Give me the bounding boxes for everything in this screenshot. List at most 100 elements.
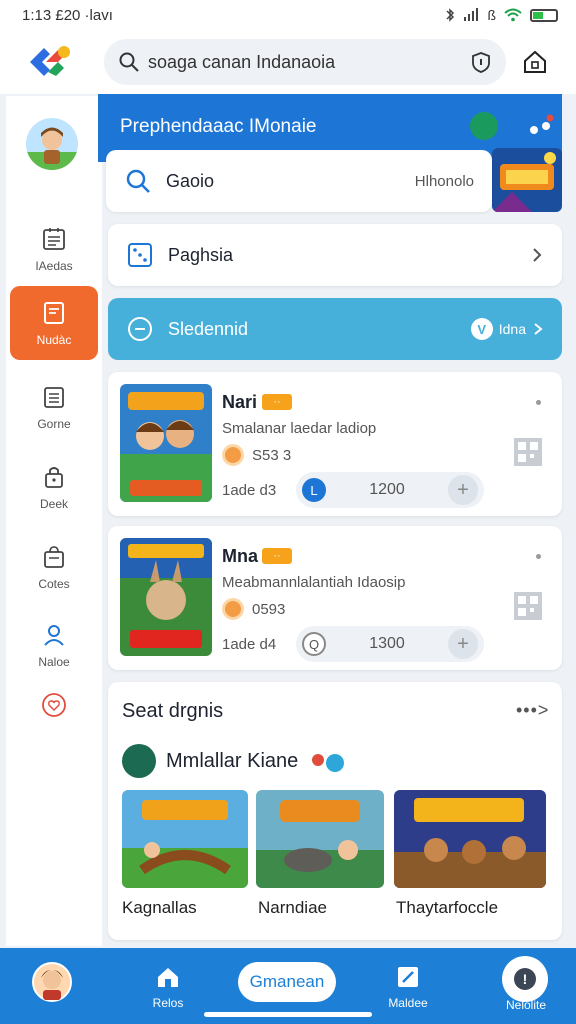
more-dot-icon[interactable] <box>536 554 541 559</box>
badge-red-icon <box>312 754 324 766</box>
collection-title[interactable]: Mmlallar Kiane <box>166 750 298 773</box>
quick-row-label: Paghsia <box>168 244 234 265</box>
quick-row-label: Gaoio <box>166 170 215 191</box>
home-icon[interactable] <box>522 49 548 75</box>
add-button[interactable]: + <box>448 475 478 505</box>
sidebar-item-iaedas[interactable]: IAedas <box>10 214 98 284</box>
chevron-right-icon <box>534 323 543 335</box>
sidebar-item-heart[interactable] <box>10 670 98 740</box>
recommendations-section: Seat drgnis •••> Mmlallar Kiane Kagnalla… <box>108 682 562 940</box>
game-description: Smalanar laedar ladiop <box>222 420 377 437</box>
quick-row-value: Hlhonolo <box>414 172 474 190</box>
dice-icon <box>128 243 152 267</box>
game-card[interactable]: Nari ·· Smalanar laedar ladiop S53 3 1ad… <box>108 372 562 516</box>
battery-icon <box>530 8 558 22</box>
sidebar-item-label: Deek <box>39 497 68 511</box>
sidebar-item-label: Naloe <box>38 655 70 669</box>
coin-value: S53 3 <box>252 446 292 464</box>
verified-icon: V <box>470 318 493 340</box>
game-tag: ·· <box>262 394 292 410</box>
featured-row[interactable]: Sledennid V Idna <box>108 298 562 360</box>
nav-item-label: Relos <box>152 996 184 1010</box>
heart-icon <box>42 693 66 717</box>
game-tile[interactable] <box>394 790 546 888</box>
search-icon <box>126 169 150 193</box>
coin-line: 0593 <box>222 598 285 620</box>
featured-row-badge: V Idna <box>470 318 544 340</box>
price-bar[interactable]: Q 1300 + <box>296 626 484 662</box>
sidebar: IAedas Nudàc Gorne Deek Cotes Naloe <box>6 96 102 946</box>
price-bar[interactable]: L 1200 + <box>296 472 484 508</box>
banner-thumbnail[interactable] <box>492 148 562 212</box>
hero-title: Prephendaaac IMonaie <box>120 116 317 137</box>
avatar[interactable] <box>26 118 78 170</box>
game-name: Mna <box>222 546 258 566</box>
game-description: Meabmannlalantiah Idaosip <box>222 574 406 591</box>
home-icon <box>158 968 178 987</box>
search-input[interactable]: soaga canan Indanaoia <box>148 52 470 73</box>
note-icon <box>44 302 64 324</box>
game-name: Nari <box>222 392 258 412</box>
game-tag: ·· <box>262 548 292 564</box>
game-category: 1ade d4 <box>222 636 277 653</box>
game-thumbnail[interactable] <box>120 538 212 656</box>
section-title: Seat drgnis <box>122 700 224 722</box>
avatar-image <box>26 127 78 170</box>
status-time: 1:13 £20 ·lavı <box>22 6 113 24</box>
game-tile-label: Kagnallas <box>122 898 197 917</box>
profile-avatar[interactable] <box>32 962 72 1002</box>
leaf-icon[interactable] <box>470 112 498 140</box>
sidebar-item-gorne[interactable]: Gorne <box>10 372 98 442</box>
qr-icon[interactable] <box>512 436 544 468</box>
game-card[interactable]: Mna ·· Meabmannlalantiah Idaosip 0593 1a… <box>108 526 562 670</box>
sidebar-item-nudac[interactable]: Nudàc <box>10 286 98 360</box>
nav-item-label: Nelolite <box>505 998 547 1012</box>
status-bar: 1:13 £20 ·lavı ß <box>0 0 576 30</box>
quick-row-paghsia[interactable]: Paghsia <box>108 224 562 286</box>
signal-icon <box>464 8 479 21</box>
featured-row-value: Idna <box>498 321 526 337</box>
nav-item-nelolite[interactable]: Nelolite <box>494 998 558 1012</box>
badge-blue-icon <box>326 754 344 772</box>
calendar-icon <box>43 228 65 250</box>
bluetooth-icon <box>446 8 455 22</box>
nav-item-relos[interactable]: Relos <box>136 964 200 1010</box>
section-more-button[interactable]: •••> <box>516 700 549 721</box>
info-button[interactable]: ! <box>502 956 548 1002</box>
app-logo[interactable] <box>28 44 72 80</box>
sidebar-item-label: Gorne <box>37 417 71 431</box>
coin-line: S53 3 <box>222 444 291 466</box>
more-dot-icon[interactable] <box>536 400 541 405</box>
top-bar: soaga canan Indanaoia <box>0 30 576 94</box>
person-icon <box>44 625 64 646</box>
price-circle: L <box>302 478 326 502</box>
info-icon: ! <box>514 968 536 990</box>
search-bar[interactable]: soaga canan Indanaoia <box>104 39 506 85</box>
bag-icon <box>44 546 64 568</box>
shield-icon[interactable] <box>470 51 492 73</box>
chevron-right-icon <box>533 248 542 262</box>
game-tile[interactable] <box>122 790 248 888</box>
document-icon <box>44 387 64 408</box>
lock-icon <box>45 467 63 488</box>
game-tile[interactable] <box>256 790 384 888</box>
add-button[interactable]: + <box>448 629 478 659</box>
sidebar-item-cotes[interactable]: Cotes <box>10 532 98 602</box>
featured-row-label: Sledennid <box>168 318 249 339</box>
collection-icon <box>122 744 156 778</box>
price-value: 1200 <box>369 481 405 498</box>
edit-icon <box>398 967 418 987</box>
game-thumbnail[interactable] <box>120 384 212 502</box>
sidebar-item-deek[interactable]: Deek <box>10 452 98 522</box>
game-tile-label: Thaytarfoccle <box>396 898 499 917</box>
nav-item-gmanean[interactable]: Gmanean <box>238 962 336 1002</box>
home-indicator[interactable] <box>204 1012 372 1017</box>
quick-row-search[interactable]: Gaoio Hlhonolo <box>106 150 492 212</box>
coin-value: 0593 <box>252 600 286 618</box>
coin-icon <box>222 444 244 466</box>
nav-item-maldee[interactable]: Maldee <box>376 964 440 1010</box>
qr-icon[interactable] <box>512 590 544 622</box>
share-icon[interactable] <box>528 114 556 138</box>
sidebar-item-label: IAedas <box>35 259 73 273</box>
status-icons: ß <box>445 7 558 23</box>
